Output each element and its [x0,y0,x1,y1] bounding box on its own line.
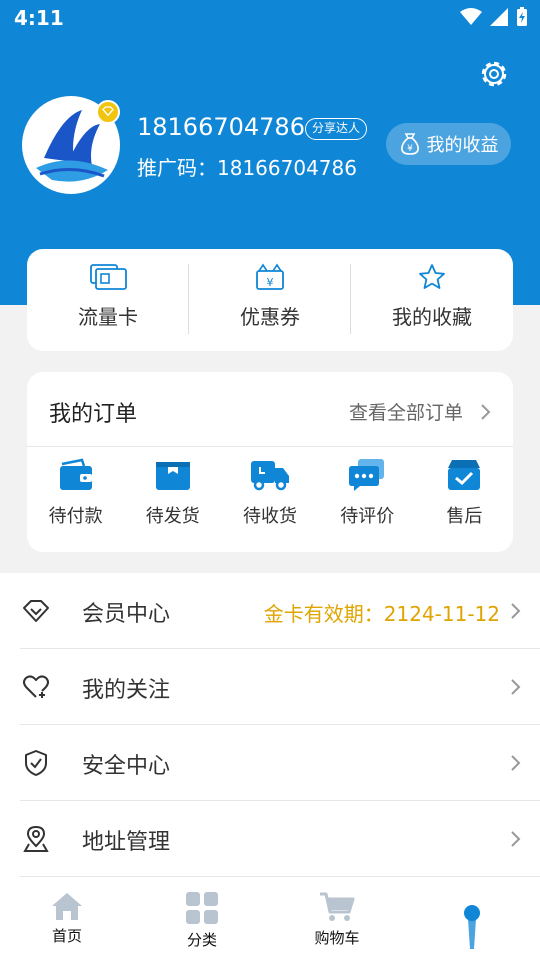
svg-text:¥: ¥ [267,276,274,289]
order-status-to-ship[interactable]: 待发货 [124,458,221,528]
chevron-right-icon [511,755,521,771]
menu-item-my-follows[interactable]: 我的关注 [20,649,540,725]
chat-icon [349,459,385,491]
bottom-tab-bar: 首页 分类 购物车 [0,877,540,960]
quick-item-favorites[interactable]: 我的收藏 [351,249,513,351]
menu-label: 会员中心 [82,602,171,627]
chevron-right-icon [481,404,491,420]
heart-plus-icon [23,675,49,698]
vip-diamond-icon [96,100,120,124]
tab-label: 分类 [186,931,217,949]
quick-label: 优惠券 [240,305,300,329]
quick-item-coupon[interactable]: ¥ 优惠券 [189,249,351,351]
money-bag-icon: ¥ [400,133,419,155]
order-status-label: 待付款 [48,506,103,527]
signal-icon [490,8,508,26]
promo-label: 推广码： [137,156,217,180]
coupon-icon: ¥ [256,263,284,290]
orders-header[interactable]: 我的订单 查看全部订单 [27,372,513,447]
order-status-row: 待付款 待发货 待收货 待评价 售后 [27,458,513,528]
profile-icon [464,905,480,949]
chevron-right-icon [511,679,521,695]
quick-label: 流量卡 [78,305,138,329]
order-status-to-receive[interactable]: 待收货 [221,458,318,528]
battery-icon [517,7,527,26]
quick-actions-card: 流量卡 ¥ 优惠券 我的收藏 [27,249,513,351]
settings-gear-icon[interactable] [478,58,510,90]
menu-item-security-center[interactable]: 安全中心 [20,725,540,801]
tab-label: 首页 [51,927,82,945]
settings-menu: 会员中心 金卡有效期：2124-11-12 我的关注 安全中心 地址管理 [0,573,540,877]
earnings-label: 我的收益 [426,135,499,156]
earnings-button[interactable]: ¥ 我的收益 [386,123,511,165]
cart-icon [320,892,355,921]
orders-card: 我的订单 查看全部订单 待付款 待发货 待收货 待评价 售后 [27,372,513,552]
quick-label: 我的收藏 [392,305,472,329]
status-time: 4:11 [14,6,64,30]
star-icon [419,264,445,289]
share-badge: 分享达人 [305,118,368,140]
status-bar: 4:11 [0,0,540,36]
chevron-right-icon [511,603,521,619]
quick-item-sim-card[interactable]: 流量卡 [27,249,189,351]
location-icon [23,825,49,852]
status-icons [460,7,528,27]
promo-value: 18166704786 [217,156,357,180]
menu-item-member-center[interactable]: 会员中心 金卡有效期：2124-11-12 [20,573,540,649]
chevron-right-icon [511,831,521,847]
truck-icon [251,461,289,491]
wallet-icon [59,458,92,490]
menu-label: 我的关注 [82,678,171,703]
menu-label: 地址管理 [82,830,171,855]
order-status-pending-payment[interactable]: 待付款 [27,458,124,528]
menu-item-address-management[interactable]: 地址管理 [20,801,540,877]
promo-code: 推广码：18166704786 [137,152,357,181]
order-status-label: 售后 [446,506,483,527]
orders-title: 我的订单 [49,402,138,427]
view-all-orders-link[interactable]: 查看全部订单 [349,398,493,425]
svg-text:¥: ¥ [407,144,413,154]
menu-label: 安全中心 [82,754,171,779]
order-status-after-sale[interactable]: 售后 [416,458,513,528]
order-status-label: 待发货 [145,506,200,527]
wifi-icon [460,8,482,25]
tab-label: 购物车 [314,929,360,947]
order-status-label: 待收货 [243,506,297,527]
after-sale-icon [448,460,481,490]
shield-icon [25,750,47,776]
category-icon [186,892,218,924]
home-icon [52,893,82,920]
gold-card-expiry: 金卡有效期：2124-11-12 [263,602,500,626]
tab-home[interactable]: 首页 [27,891,107,946]
sim-card-icon [90,264,127,290]
tab-cart[interactable]: 购物车 [297,891,377,948]
diamond-icon [23,600,49,622]
order-status-label: 待评价 [340,506,395,527]
tab-category[interactable]: 分类 [162,891,242,950]
order-status-to-review[interactable]: 待评价 [319,458,416,528]
box-icon [155,462,190,490]
user-phone: 18166704786 [137,113,305,141]
view-all-label: 查看全部订单 [348,402,463,424]
tab-profile[interactable] [432,891,512,955]
